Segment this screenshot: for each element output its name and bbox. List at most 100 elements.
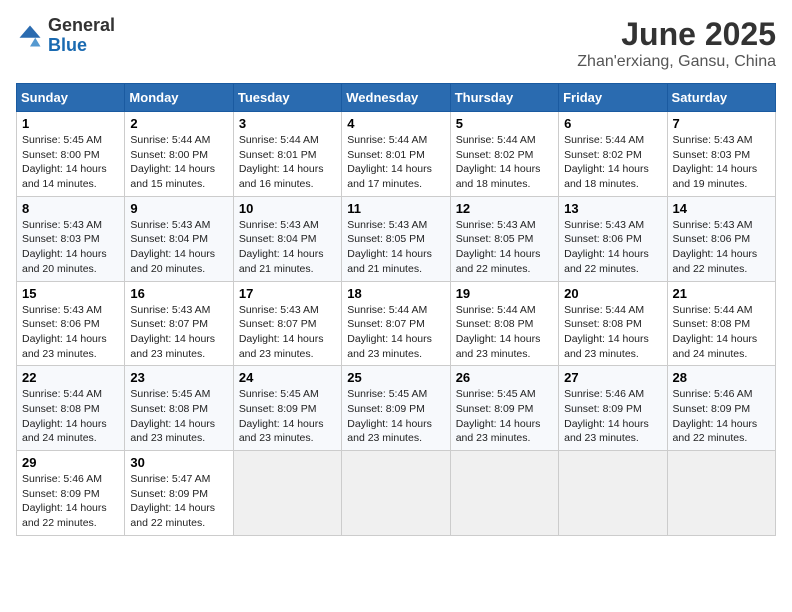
- calendar-day-18: 18 Sunrise: 5:44 AMSunset: 8:07 PMDayligh…: [342, 281, 450, 366]
- day-number: 23: [130, 370, 227, 385]
- calendar-day-9: 9Sunrise: 5:43 AMSunset: 8:04 PMDaylight…: [125, 196, 233, 281]
- day-number: 11: [347, 201, 444, 216]
- day-number: 22: [22, 370, 119, 385]
- day-number: 7: [673, 116, 770, 131]
- day-info: Sunrise: 5:47 AMSunset: 8:09 PMDaylight:…: [130, 472, 227, 531]
- day-number: 20: [564, 286, 661, 301]
- calendar-header-row: Sunday Monday Tuesday Wednesday Thursday…: [17, 84, 776, 112]
- header-monday: Monday: [125, 84, 233, 112]
- day-info: Sunrise: 5:45 AMSunset: 8:09 PMDaylight:…: [347, 387, 444, 446]
- calendar-day-29: 29 Sunrise: 5:46 AMSunset: 8:09 PMDayligh…: [17, 451, 125, 536]
- calendar-day-7: 7 Sunrise: 5:43 AMSunset: 8:03 PMDaylight…: [667, 112, 775, 197]
- header-thursday: Thursday: [450, 84, 558, 112]
- day-info: Sunrise: 5:43 AMSunset: 8:06 PMDaylight:…: [673, 218, 770, 277]
- day-info: Sunrise: 5:45 AMSunset: 8:09 PMDaylight:…: [239, 387, 336, 446]
- day-number: 9: [130, 201, 227, 216]
- day-number: 19: [456, 286, 553, 301]
- generalblue-logo-icon: [16, 22, 44, 50]
- calendar-day-1: 1Sunrise: 5:45 AMSunset: 8:00 PMDaylight…: [17, 112, 125, 197]
- page-header: General Blue June 2025 Zhan'erxiang, Gan…: [16, 16, 776, 71]
- calendar-day-empty: [450, 451, 558, 536]
- day-info: Sunrise: 5:44 AMSunset: 8:08 PMDaylight:…: [673, 303, 770, 362]
- calendar-day-23: 23 Sunrise: 5:45 AMSunset: 8:08 PMDayligh…: [125, 366, 233, 451]
- day-info: Sunrise: 5:45 AMSunset: 8:08 PMDaylight:…: [130, 387, 227, 446]
- calendar-title: June 2025: [577, 16, 776, 53]
- calendar-day-3: 3 Sunrise: 5:44 AMSunset: 8:01 PMDaylight…: [233, 112, 341, 197]
- calendar-day-empty: [667, 451, 775, 536]
- day-info: Sunrise: 5:43 AMSunset: 8:03 PMDaylight:…: [673, 133, 770, 192]
- day-number: 14: [673, 201, 770, 216]
- calendar-day-2: 2Sunrise: 5:44 AMSunset: 8:00 PMDaylight…: [125, 112, 233, 197]
- calendar-day-11: 11 Sunrise: 5:43 AMSunset: 8:05 PMDayligh…: [342, 196, 450, 281]
- day-number: 28: [673, 370, 770, 385]
- calendar-table: Sunday Monday Tuesday Wednesday Thursday…: [16, 83, 776, 536]
- day-number: 29: [22, 455, 119, 470]
- calendar-day-5: 5Sunrise: 5:44 AMSunset: 8:02 PMDaylight…: [450, 112, 558, 197]
- day-number: 6: [564, 116, 661, 131]
- day-info: Sunrise: 5:43 AMSunset: 8:05 PMDaylight:…: [456, 218, 553, 277]
- calendar-day-22: 22 Sunrise: 5:44 AMSunset: 8:08 PMDayligh…: [17, 366, 125, 451]
- calendar-week-row: 29 Sunrise: 5:46 AMSunset: 8:09 PMDayligh…: [17, 451, 776, 536]
- day-number: 8: [22, 201, 119, 216]
- day-number: 4: [347, 116, 444, 131]
- day-number: 3: [239, 116, 336, 131]
- header-tuesday: Tuesday: [233, 84, 341, 112]
- day-number: 27: [564, 370, 661, 385]
- day-number: 25: [347, 370, 444, 385]
- calendar-day-empty: [233, 451, 341, 536]
- calendar-day-12: 12 Sunrise: 5:43 AMSunset: 8:05 PMDayligh…: [450, 196, 558, 281]
- day-number: 18: [347, 286, 444, 301]
- day-info: Sunrise: 5:46 AMSunset: 8:09 PMDaylight:…: [673, 387, 770, 446]
- day-info: Sunrise: 5:43 AMSunset: 8:07 PMDaylight:…: [239, 303, 336, 362]
- calendar-day-14: 14 Sunrise: 5:43 AMSunset: 8:06 PMDayligh…: [667, 196, 775, 281]
- calendar-day-30: 30Sunrise: 5:47 AMSunset: 8:09 PMDayligh…: [125, 451, 233, 536]
- day-info: Sunrise: 5:43 AMSunset: 8:05 PMDaylight:…: [347, 218, 444, 277]
- calendar-subtitle: Zhan'erxiang, Gansu, China: [577, 53, 776, 71]
- header-friday: Friday: [559, 84, 667, 112]
- day-info: Sunrise: 5:44 AMSunset: 8:07 PMDaylight:…: [347, 303, 444, 362]
- day-info: Sunrise: 5:44 AMSunset: 8:01 PMDaylight:…: [239, 133, 336, 192]
- calendar-day-16: 16Sunrise: 5:43 AMSunset: 8:07 PMDayligh…: [125, 281, 233, 366]
- calendar-week-row: 1Sunrise: 5:45 AMSunset: 8:00 PMDaylight…: [17, 112, 776, 197]
- calendar-day-20: 20 Sunrise: 5:44 AMSunset: 8:08 PMDayligh…: [559, 281, 667, 366]
- header-saturday: Saturday: [667, 84, 775, 112]
- day-info: Sunrise: 5:44 AMSunset: 8:08 PMDaylight:…: [22, 387, 119, 446]
- day-number: 15: [22, 286, 119, 301]
- day-number: 24: [239, 370, 336, 385]
- calendar-day-6: 6 Sunrise: 5:44 AMSunset: 8:02 PMDaylight…: [559, 112, 667, 197]
- day-info: Sunrise: 5:44 AMSunset: 8:08 PMDaylight:…: [456, 303, 553, 362]
- day-number: 26: [456, 370, 553, 385]
- logo-text-general: General: [48, 15, 115, 35]
- calendar-week-row: 8 Sunrise: 5:43 AMSunset: 8:03 PMDaylight…: [17, 196, 776, 281]
- logo-text-blue: Blue: [48, 35, 87, 55]
- day-info: Sunrise: 5:46 AMSunset: 8:09 PMDaylight:…: [564, 387, 661, 446]
- calendar-day-empty: [559, 451, 667, 536]
- day-info: Sunrise: 5:43 AMSunset: 8:06 PMDaylight:…: [22, 303, 119, 362]
- day-info: Sunrise: 5:43 AMSunset: 8:03 PMDaylight:…: [22, 218, 119, 277]
- day-number: 17: [239, 286, 336, 301]
- title-area: June 2025 Zhan'erxiang, Gansu, China: [577, 16, 776, 71]
- calendar-week-row: 22 Sunrise: 5:44 AMSunset: 8:08 PMDayligh…: [17, 366, 776, 451]
- day-number: 2: [130, 116, 227, 131]
- day-number: 13: [564, 201, 661, 216]
- calendar-day-13: 13 Sunrise: 5:43 AMSunset: 8:06 PMDayligh…: [559, 196, 667, 281]
- day-number: 1: [22, 116, 119, 131]
- day-info: Sunrise: 5:43 AMSunset: 8:07 PMDaylight:…: [130, 303, 227, 362]
- calendar-day-24: 24 Sunrise: 5:45 AMSunset: 8:09 PMDayligh…: [233, 366, 341, 451]
- calendar-day-empty: [342, 451, 450, 536]
- day-info: Sunrise: 5:44 AMSunset: 8:08 PMDaylight:…: [564, 303, 661, 362]
- calendar-week-row: 15 Sunrise: 5:43 AMSunset: 8:06 PMDayligh…: [17, 281, 776, 366]
- calendar-day-17: 17 Sunrise: 5:43 AMSunset: 8:07 PMDayligh…: [233, 281, 341, 366]
- calendar-day-4: 4Sunrise: 5:44 AMSunset: 8:01 PMDaylight…: [342, 112, 450, 197]
- day-info: Sunrise: 5:46 AMSunset: 8:09 PMDaylight:…: [22, 472, 119, 531]
- day-info: Sunrise: 5:44 AMSunset: 8:02 PMDaylight:…: [564, 133, 661, 192]
- day-number: 12: [456, 201, 553, 216]
- calendar-day-27: 27 Sunrise: 5:46 AMSunset: 8:09 PMDayligh…: [559, 366, 667, 451]
- calendar-day-26: 26 Sunrise: 5:45 AMSunset: 8:09 PMDayligh…: [450, 366, 558, 451]
- day-number: 10: [239, 201, 336, 216]
- calendar-day-28: 28 Sunrise: 5:46 AMSunset: 8:09 PMDayligh…: [667, 366, 775, 451]
- day-number: 21: [673, 286, 770, 301]
- day-number: 5: [456, 116, 553, 131]
- day-info: Sunrise: 5:43 AMSunset: 8:06 PMDaylight:…: [564, 218, 661, 277]
- day-info: Sunrise: 5:45 AMSunset: 8:09 PMDaylight:…: [456, 387, 553, 446]
